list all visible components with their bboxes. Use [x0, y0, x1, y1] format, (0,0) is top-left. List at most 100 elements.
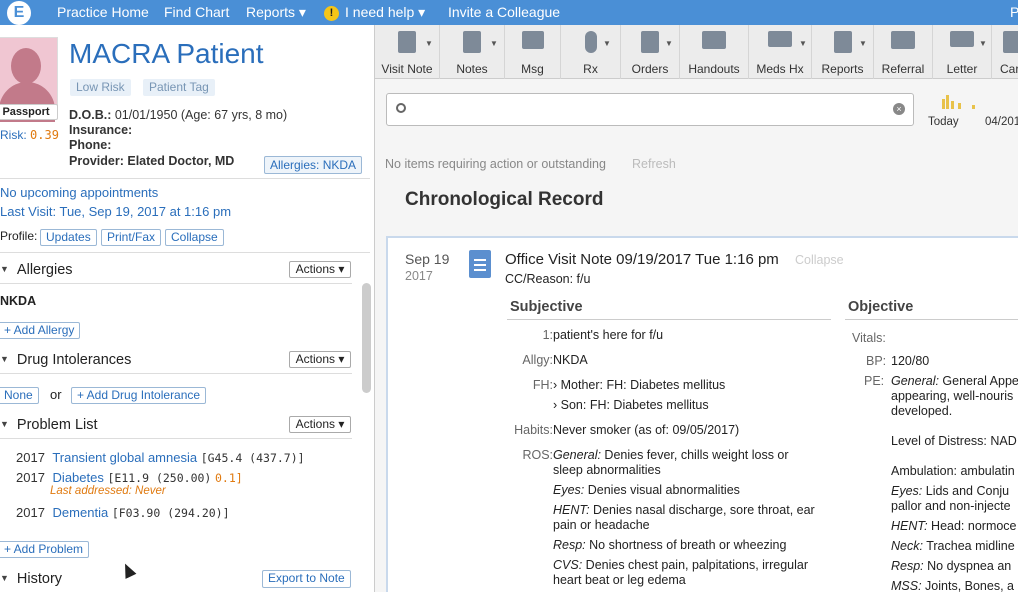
chevron-down-icon: ▼: [799, 39, 807, 48]
problem-code: [G45.4 (437.7)]: [200, 451, 305, 465]
ros-label: HENT:: [553, 503, 590, 517]
problem-list-section-header[interactable]: ▼ Problem List: [0, 417, 98, 433]
toolbar-reports[interactable]: ▼ Reports: [812, 25, 874, 79]
dob-row: D.O.B.: 01/01/1950 (Age: 67 yrs, 8 mo): [69, 108, 287, 122]
problem-row: 2017 Diabetes [E11.9 (250.00) 0.1]: [16, 470, 243, 485]
nav-find-chart[interactable]: Find Chart: [164, 4, 229, 20]
search-icon: [396, 103, 406, 113]
export-to-note-button[interactable]: Export to Note: [262, 570, 351, 588]
subjective-key: Habits:: [514, 423, 553, 437]
clear-icon[interactable]: ×: [893, 103, 905, 115]
nav-reports[interactable]: Reports ▾: [246, 4, 306, 21]
alert-icon: !: [324, 6, 339, 21]
toolbar-letter[interactable]: ▼ Letter: [933, 25, 992, 79]
problem-name-link[interactable]: Transient global amnesia: [52, 450, 197, 465]
chronological-record-heading: Chronological Record: [405, 189, 604, 210]
print-fax-button[interactable]: Print/Fax: [101, 229, 162, 246]
divider: [0, 178, 370, 179]
updates-button[interactable]: Updates: [40, 229, 97, 246]
note-collapse-link[interactable]: Collapse: [795, 253, 844, 267]
toolbar-notes[interactable]: ▼ Notes: [440, 25, 505, 79]
chart-search-input[interactable]: ×: [386, 93, 914, 126]
refresh-link[interactable]: Refresh: [632, 157, 676, 171]
layers-icon: [702, 31, 726, 49]
app-logo[interactable]: E: [7, 1, 31, 25]
toolbar-label: Notes: [456, 62, 488, 76]
history-section-header[interactable]: ▼ History: [0, 571, 62, 587]
toolbar-label: Letter: [946, 62, 978, 76]
timeline-bars[interactable]: [940, 95, 1018, 109]
divider: [0, 283, 352, 284]
nav-help[interactable]: ! I need help ▾: [324, 4, 425, 21]
drug-intolerances-actions-button[interactable]: Actions ▾: [289, 351, 351, 368]
objective-value: Neck: Trachea midline: [891, 539, 1018, 554]
allergies-section-header[interactable]: ▼ Allergies: [0, 262, 73, 278]
provider-row: Provider: Elated Doctor, MD: [69, 154, 234, 168]
toolbar-orders[interactable]: ▼ Orders: [621, 25, 680, 79]
problem-year: 2017: [16, 470, 45, 485]
timeline-today-label: Today: [928, 116, 959, 128]
notes-icon: [463, 31, 481, 53]
toolbar-referral[interactable]: Referral: [874, 25, 933, 79]
add-allergy-button[interactable]: + Add Allergy: [0, 322, 81, 339]
toolbar-visit-note[interactable]: ▼ Visit Note: [375, 25, 440, 79]
divider: [0, 252, 370, 253]
chart-toolbar: ▼ Visit Note ▼ Notes Msg ▼ Rx ▼ Orders Hando…: [375, 25, 1018, 79]
top-navigation-bar: E Practice Home Find Chart Reports ▾ ! I …: [0, 0, 1018, 25]
allergies-actions-button[interactable]: Actions ▾: [289, 261, 351, 278]
toolbar-label: Orders: [631, 62, 669, 76]
add-drug-intolerance-button[interactable]: + Add Drug Intolerance: [71, 387, 207, 404]
toolbar-rx[interactable]: ▼ Rx: [561, 25, 621, 79]
toolbar-label: Visit Note: [381, 62, 433, 76]
problem-year: 2017: [16, 450, 45, 465]
risk-score: Risk: 0.39: [0, 128, 59, 142]
problem-name-link[interactable]: Dementia: [53, 505, 109, 520]
tag-patient-tag[interactable]: Patient Tag: [143, 79, 215, 96]
add-problem-button[interactable]: + Add Problem: [0, 541, 90, 558]
none-button[interactable]: None: [0, 387, 39, 404]
nav-user-menu[interactable]: P: [1010, 4, 1018, 20]
collapse-button[interactable]: Collapse: [165, 229, 224, 246]
dob-label: D.O.B.:: [69, 108, 112, 122]
toolbar-msg[interactable]: Msg: [505, 25, 561, 79]
provider-label: Provider:: [69, 154, 124, 168]
insurance-row: Insurance:: [69, 123, 132, 137]
problem-name-link[interactable]: Diabetes: [53, 470, 104, 485]
passport-button[interactable]: Passport: [0, 104, 58, 120]
toolbar-label: Car: [1000, 62, 1018, 76]
pe-text: No dyspnea an: [923, 559, 1012, 573]
note-title[interactable]: Office Visit Note 09/19/2017 Tue 1:16 pm: [505, 251, 779, 268]
toolbar-handouts[interactable]: Handouts: [680, 25, 749, 79]
toolbar-meds-hx[interactable]: ▼ Meds Hx: [749, 25, 812, 79]
ros-label: Eyes:: [553, 483, 585, 497]
orders-icon: [641, 31, 659, 53]
risk-label: Risk:: [0, 128, 27, 142]
objective-value: Ambulation: ambulatin: [891, 464, 1015, 478]
referral-icon: [891, 31, 915, 49]
last-visit-link[interactable]: Last Visit: Tue, Sep 19, 2017 at 1:16 pm: [0, 204, 231, 219]
objective-value: MSS: Joints, Bones, a: [891, 579, 1018, 592]
subjective-value: HENT: Denies nasal discharge, sore throa…: [553, 503, 833, 533]
objective-value: Resp: No dyspnea an: [891, 559, 1018, 574]
toolbar-care[interactable]: Car: [992, 25, 1018, 79]
ros-text: Denies visual abnormalities: [584, 483, 740, 497]
ros-label: General:: [553, 448, 601, 462]
timeline-date-label: 04/201: [985, 116, 1018, 128]
tag-low-risk[interactable]: Low Risk: [70, 79, 131, 96]
pe-label: Neck:: [891, 539, 923, 553]
objective-key: BP:: [866, 354, 887, 368]
last-addressed-note: Last addressed: Never: [50, 485, 166, 497]
problem-risk-score: 0.1]: [214, 471, 243, 485]
divider: [507, 319, 831, 320]
upcoming-appointments-link[interactable]: No upcoming appointments: [0, 185, 158, 200]
sidebar-scrollbar[interactable]: [362, 283, 371, 393]
allergies-badge[interactable]: Allergies: NKDA: [264, 156, 363, 174]
nav-practice-home[interactable]: Practice Home: [57, 4, 149, 20]
collapse-triangle-icon: ▼: [0, 573, 9, 583]
problem-list-actions-button[interactable]: Actions ▾: [289, 416, 351, 433]
subjective-value: NKDA: [553, 353, 588, 367]
toolbar-label: Handouts: [688, 62, 740, 76]
drug-intolerances-section-header[interactable]: ▼ Drug Intolerances: [0, 352, 131, 368]
subjective-value: General: Denies fever, chills weight los…: [553, 448, 813, 478]
nav-invite-colleague[interactable]: Invite a Colleague: [448, 4, 560, 20]
